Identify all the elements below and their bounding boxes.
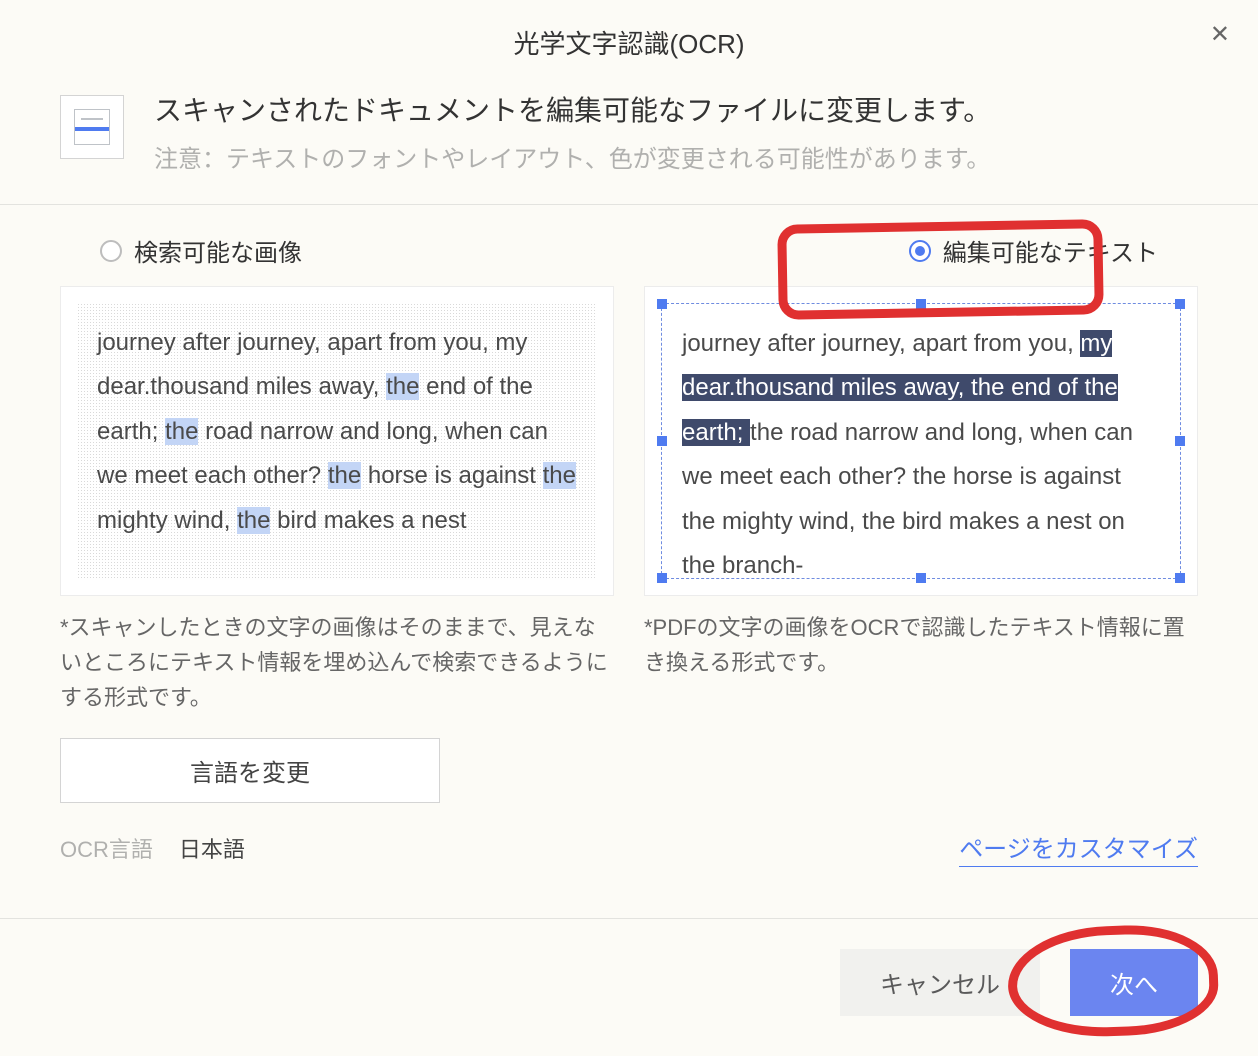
caption-editable: *PDFの文字の画像をOCRで認識したテキスト情報に置き換える形式です。 — [644, 610, 1198, 680]
radio-editable-text[interactable]: 編集可能なテキスト — [909, 233, 1158, 268]
document-scan-icon — [60, 95, 124, 159]
change-language-button[interactable]: 言語を変更 — [60, 738, 440, 803]
ocr-language-value: 日本語 — [179, 832, 245, 864]
header: スキャンされたドキュメントを編集可能なファイルに変更します。 注意：テキストのフ… — [0, 79, 1258, 205]
options-row: 検索可能な画像 編集可能なテキスト — [60, 233, 1198, 286]
dialog-title: 光学文字認識(OCR) — [513, 29, 744, 59]
caption-searchable: *スキャンしたときの文字の画像はそのままで、見えないところにテキスト情報を埋め込… — [60, 610, 614, 716]
radio-searchable-image[interactable]: 検索可能な画像 — [100, 233, 302, 268]
radio-icon — [100, 240, 122, 262]
close-icon[interactable]: ✕ — [1210, 20, 1230, 49]
ocr-dialog: 光学文字認識(OCR) ✕ スキャンされたドキュメントを編集可能なファイルに変更… — [0, 0, 1258, 1056]
radio-icon — [909, 240, 931, 262]
preview-editable-col: journey after journey, apart from you, m… — [644, 286, 1198, 803]
page-customize-link[interactable]: ページをカスタマイズ — [959, 829, 1198, 867]
preview-searchable-col: journey after journey, apart from you, m… — [60, 286, 614, 803]
preview-searchable-box: journey after journey, apart from you, m… — [60, 286, 614, 596]
header-text: スキャンされたドキュメントを編集可能なファイルに変更します。 注意：テキストのフ… — [154, 89, 991, 174]
footer: キャンセル 次へ — [0, 918, 1258, 1056]
body: 検索可能な画像 編集可能なテキスト journey after journey,… — [0, 205, 1258, 867]
next-button[interactable]: 次へ — [1070, 949, 1198, 1016]
preview-editable-text[interactable]: journey after journey, apart from you, m… — [661, 303, 1181, 579]
preview-searchable-text: journey after journey, apart from you, m… — [77, 303, 597, 579]
language-row: OCR言語 日本語 ページをカスタマイズ — [60, 829, 1198, 867]
previews: journey after journey, apart from you, m… — [60, 286, 1198, 803]
ocr-language-label: OCR言語 — [60, 832, 153, 864]
header-main: スキャンされたドキュメントを編集可能なファイルに変更します。 — [154, 89, 991, 129]
radio-label: 編集可能なテキスト — [943, 233, 1158, 268]
header-note: 注意：テキストのフォントやレイアウト、色が変更される可能性があります。 — [154, 139, 991, 174]
preview-editable-box: journey after journey, apart from you, m… — [644, 286, 1198, 596]
titlebar: 光学文字認識(OCR) ✕ — [0, 0, 1258, 79]
radio-label: 検索可能な画像 — [134, 233, 302, 268]
cancel-button[interactable]: キャンセル — [840, 949, 1040, 1016]
